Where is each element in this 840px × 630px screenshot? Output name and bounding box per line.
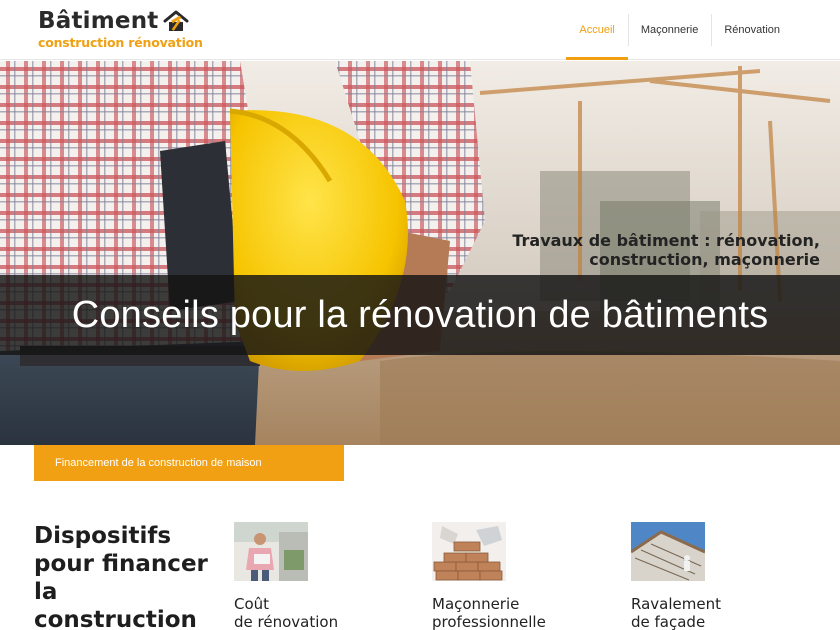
logo-top: Bâtiment xyxy=(38,8,208,34)
article-title[interactable]: Maçonnerie professionnelle xyxy=(432,595,582,630)
article-title-line1: Coût xyxy=(234,595,270,613)
logo-subtitle: construction rénovation xyxy=(38,35,203,50)
section-heading-line: la xyxy=(34,579,58,605)
article-card-masonry[interactable]: Maçonnerie professionnelle xyxy=(432,522,582,630)
category-tag[interactable]: Financement de la construction de maison xyxy=(34,445,344,481)
article-card-renovation-cost[interactable]: Coût de rénovation xyxy=(234,522,384,630)
article-title-line1: Ravalement xyxy=(631,595,721,613)
hammer-house-icon xyxy=(163,10,189,31)
site-logo[interactable]: Bâtiment construction rénovation xyxy=(38,8,208,54)
main-nav: Accueil Maçonnerie Rénovation xyxy=(566,0,793,60)
page-title: Conseils pour la rénovation de bâtiments xyxy=(71,293,769,336)
hero-caption-line1: Travaux de bâtiment : rénovation, xyxy=(512,231,820,250)
article-thumbnail[interactable] xyxy=(432,522,506,581)
hero-caption: Travaux de bâtiment : rénovation, constr… xyxy=(512,231,820,269)
nav-item-maconnerie[interactable]: Maçonnerie xyxy=(627,0,711,60)
hero-caption-line2: construction, maçonnerie xyxy=(589,250,820,269)
section-heading-line: construction xyxy=(34,607,197,630)
article-thumbnail[interactable] xyxy=(631,522,705,581)
article-title[interactable]: Ravalement de façade xyxy=(631,595,781,630)
nav-item-renovation[interactable]: Rénovation xyxy=(711,0,793,60)
article-title-line2: de façade xyxy=(631,613,706,630)
article-title-line1: Maçonnerie xyxy=(432,595,520,613)
article-title[interactable]: Coût de rénovation xyxy=(234,595,384,630)
hero-banner: Travaux de bâtiment : rénovation, constr… xyxy=(0,61,840,445)
section-heading-line: pour financer xyxy=(34,551,208,577)
nav-item-accueil[interactable]: Accueil xyxy=(566,0,629,60)
page: Bâtiment construction rénovation Accueil… xyxy=(0,0,840,630)
article-thumbnail[interactable] xyxy=(234,522,308,581)
site-header: Bâtiment construction rénovation Accueil… xyxy=(0,0,840,60)
section-heading-line: Dispositifs xyxy=(34,523,172,549)
article-card-facade[interactable]: Ravalement de façade xyxy=(631,522,781,630)
section-heading[interactable]: Dispositifs pour financer la constructio… xyxy=(34,522,214,630)
article-title-line2: professionnelle xyxy=(432,613,546,630)
article-title-line2: de rénovation xyxy=(234,613,339,630)
hero-headline-band: Conseils pour la rénovation de bâtiments xyxy=(0,275,840,355)
logo-title: Bâtiment xyxy=(38,8,159,34)
